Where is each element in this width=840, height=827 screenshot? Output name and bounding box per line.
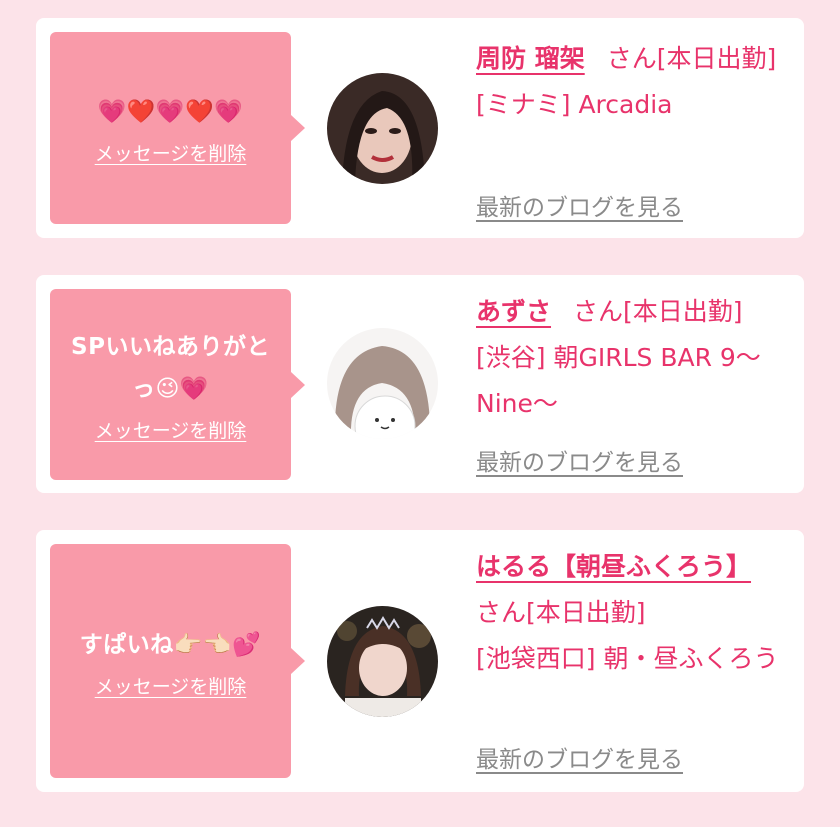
- shop-name: [池袋西口] 朝・昼ふくろう: [476, 644, 779, 673]
- girl-name-link[interactable]: はるる【朝昼ふくろう】: [476, 552, 751, 581]
- delete-message-link[interactable]: メッセージを削除: [95, 672, 247, 699]
- shop-name: [ミナミ] Arcadia: [476, 90, 673, 119]
- girl-name-link[interactable]: 周防 瑠架: [476, 44, 585, 73]
- message-text: SPいいねありがとっ😉💗: [71, 334, 270, 402]
- message-card: すぱいね👉🏻👈🏻💕 メッセージを削除 はるる【朝昼ふくろう】さん[本日出勤] […: [36, 530, 804, 792]
- message-text: すぱいね👉🏻👈🏻💕: [79, 631, 262, 658]
- avatar[interactable]: [327, 606, 438, 717]
- message-bubble: 💗❤️💗❤️💗 メッセージを削除: [50, 32, 305, 224]
- status-text: さん[本日出勤]: [573, 297, 743, 326]
- message-bubble: すぱいね👉🏻👈🏻💕 メッセージを削除: [50, 544, 305, 778]
- message-card: SPいいねありがとっ😉💗 メッセージを削除 あずさ さん[本日出勤] [渋谷] 朝…: [36, 275, 804, 493]
- profile-info: あずさ さん[本日出勤] [渋谷] 朝GIRLS BAR 9〜Nine〜: [476, 289, 796, 427]
- delete-message-link[interactable]: メッセージを削除: [95, 139, 247, 166]
- avatar[interactable]: [327, 73, 438, 184]
- status-text: さん[本日出勤]: [606, 44, 777, 73]
- message-text: 💗❤️💗❤️💗: [97, 98, 244, 125]
- latest-blog-link[interactable]: 最新のブログを見る: [476, 443, 683, 477]
- avatar[interactable]: [327, 328, 438, 439]
- latest-blog-link[interactable]: 最新のブログを見る: [476, 188, 683, 222]
- girl-name-link[interactable]: あずさ: [476, 297, 551, 326]
- message-bubble: SPいいねありがとっ😉💗 メッセージを削除: [50, 289, 305, 480]
- delete-message-link[interactable]: メッセージを削除: [95, 416, 247, 443]
- message-card: 💗❤️💗❤️💗 メッセージを削除 周防 瑠架 さん[本日出勤] [ミナミ] Arc…: [36, 18, 804, 238]
- profile-info: はるる【朝昼ふくろう】さん[本日出勤] [池袋西口] 朝・昼ふくろう: [476, 544, 796, 682]
- profile-info: 周防 瑠架 さん[本日出勤] [ミナミ] Arcadia: [476, 36, 796, 128]
- shop-name: [渋谷] 朝GIRLS BAR 9〜Nine〜: [476, 343, 761, 418]
- status-text: さん[本日出勤]: [476, 598, 646, 627]
- latest-blog-link[interactable]: 最新のブログを見る: [476, 740, 683, 774]
